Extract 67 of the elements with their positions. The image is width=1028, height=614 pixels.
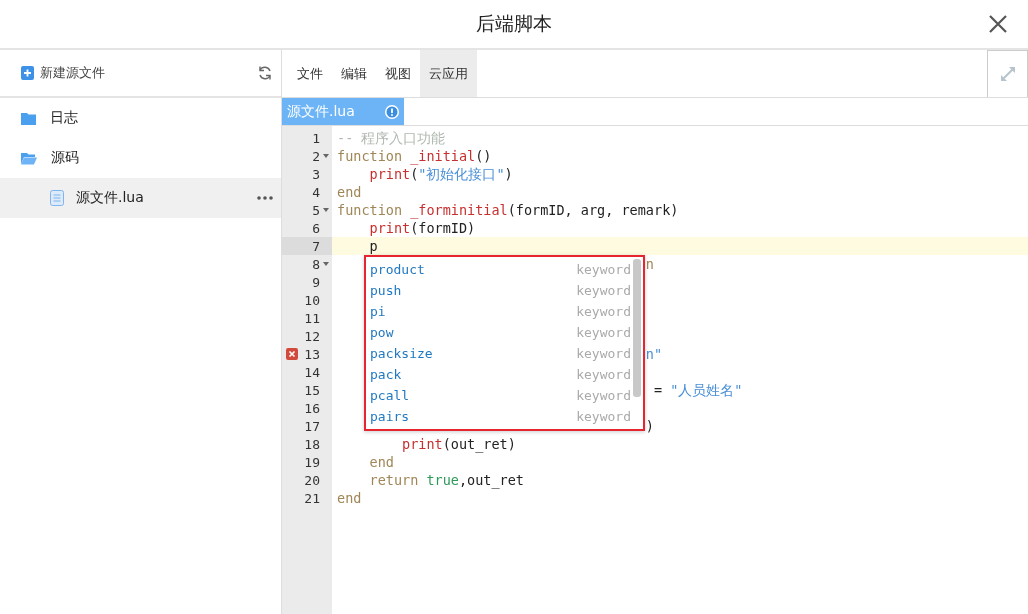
menu-item[interactable]: 编辑	[332, 50, 376, 97]
code-line: end	[368, 454, 394, 470]
code-line: end	[337, 490, 362, 506]
line-number: 15	[304, 382, 320, 398]
line-number: 5	[312, 202, 320, 218]
code-line: function _initial()	[337, 148, 492, 164]
code-fragment: n	[645, 255, 654, 273]
line-number: 19	[304, 454, 320, 470]
new-file-button[interactable]: 新建源文件	[21, 64, 105, 82]
code-line: print(out_ret)	[401, 436, 516, 452]
code-fragment: n"	[645, 345, 663, 363]
refresh-icon[interactable]	[257, 65, 273, 81]
suggestion-item[interactable]: pairs keyword	[366, 406, 643, 427]
line-number: 14	[304, 364, 320, 380]
tree-item[interactable]: 源码	[0, 138, 281, 178]
suggestion-item[interactable]: packsize keyword	[366, 343, 643, 364]
suggestion-item[interactable]: pcall keyword	[366, 385, 643, 406]
error-icon	[286, 348, 298, 360]
code-line: print("初始化接口")	[368, 166, 513, 182]
line-number: 13	[304, 346, 320, 362]
suggestion-item[interactable]: push keyword	[366, 280, 643, 301]
line-number: 12	[304, 328, 320, 344]
code-line: print(formID)	[368, 220, 476, 236]
window-title: 后端脚本	[476, 11, 552, 36]
plus-icon	[21, 66, 34, 80]
line-number: 6	[312, 220, 320, 236]
info-icon	[385, 104, 399, 119]
line-number: 20	[304, 472, 320, 488]
folder-icon	[21, 111, 36, 125]
line-number: 10	[304, 292, 320, 308]
line-number: 17	[304, 418, 320, 434]
suggestion-item[interactable]: pow keyword	[366, 322, 643, 343]
suggestion-item[interactable]: pi keyword	[366, 301, 643, 322]
tree-item[interactable]: 日志	[0, 98, 281, 138]
menu-item[interactable]: 视图	[376, 50, 420, 97]
line-number: 16	[304, 400, 320, 416]
line-number: 3	[312, 166, 320, 182]
code-fragment: = "人员姓名"	[652, 381, 743, 399]
line-number: 4	[312, 184, 320, 200]
code-line: end	[337, 184, 362, 200]
fold-caret-icon[interactable]	[323, 208, 329, 212]
menu-item[interactable]: 云应用	[420, 50, 477, 97]
document-icon	[50, 190, 64, 206]
more-icon[interactable]	[257, 196, 273, 200]
line-number: 7	[312, 238, 320, 254]
fold-caret-icon[interactable]	[323, 262, 329, 266]
line-number: 9	[312, 274, 320, 290]
line-number: 2	[312, 148, 320, 164]
line-number: 8	[312, 256, 320, 272]
line-number: 1	[312, 130, 320, 146]
code-fragment: )	[645, 417, 654, 435]
code-line: function _forminitial(formID, arg, remark)	[337, 202, 679, 218]
suggestion-item[interactable]: product keyword	[366, 259, 643, 280]
expand-arrow-icon	[999, 66, 1016, 82]
suggestion-item[interactable]: pack keyword	[366, 364, 643, 385]
code-line: -- 程序入口功能	[337, 130, 446, 146]
line-number: 18	[304, 436, 320, 452]
line-number: 21	[304, 490, 320, 506]
open-folder-icon	[21, 151, 37, 165]
file-item[interactable]: 源文件.lua	[0, 178, 281, 218]
menu-item[interactable]: 文件	[288, 50, 332, 97]
code-line: p	[368, 238, 378, 254]
line-number: 11	[304, 310, 320, 326]
close-icon[interactable]	[988, 14, 1008, 34]
scrollbar[interactable]	[633, 259, 641, 397]
fold-caret-icon[interactable]	[323, 154, 329, 158]
code-line: return true,out_ret	[368, 472, 524, 488]
